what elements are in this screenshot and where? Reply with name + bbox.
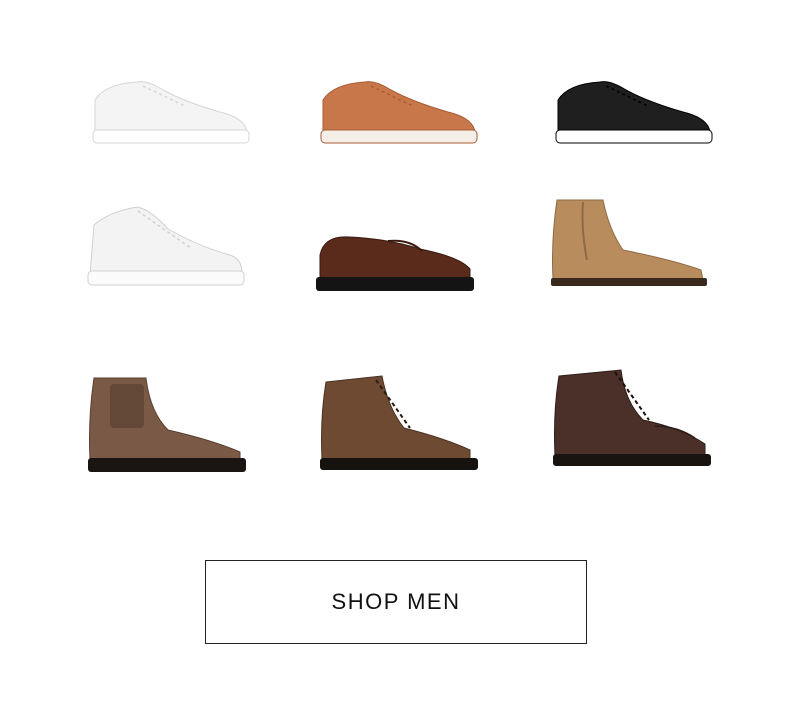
product-grid <box>0 0 800 520</box>
shop-men-label: SHOP MEN <box>331 589 461 614</box>
product-tile-8[interactable] <box>312 368 482 478</box>
product-tile-4[interactable] <box>80 195 250 305</box>
product-image-7 <box>88 377 246 472</box>
product-image-4 <box>87 206 245 286</box>
product-image-6 <box>551 199 707 286</box>
product-image-1 <box>92 81 250 144</box>
product-tile-5[interactable] <box>310 205 480 315</box>
product-tile-7[interactable] <box>80 368 250 478</box>
product-image-8 <box>320 375 478 470</box>
shop-men-button[interactable]: SHOP MEN <box>205 560 587 644</box>
product-tile-2[interactable] <box>313 62 483 172</box>
product-image-3 <box>555 81 713 144</box>
product-tile-9[interactable] <box>545 362 715 472</box>
product-tile-1[interactable] <box>85 62 255 172</box>
product-tile-3[interactable] <box>548 62 718 172</box>
product-tile-6[interactable] <box>543 190 713 300</box>
product-image-9 <box>553 369 711 466</box>
product-image-2 <box>320 81 478 144</box>
product-image-5 <box>316 236 474 291</box>
